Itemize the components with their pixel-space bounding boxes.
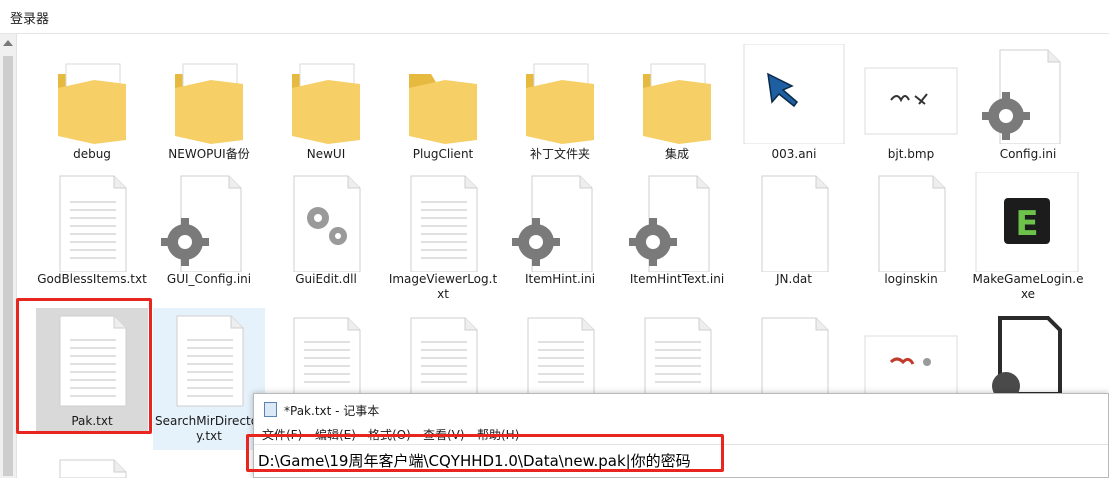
folder-icon bbox=[292, 63, 360, 144]
notepad-title-bar[interactable]: *Pak.txt - 记事本 bbox=[254, 394, 1108, 424]
dll-file-icon bbox=[293, 175, 361, 273]
file-label: loginskin bbox=[884, 272, 938, 286]
file-item-debug[interactable]: debug bbox=[36, 44, 148, 164]
image-file-icon bbox=[864, 67, 958, 135]
file-item-imageviewerlog-txt[interactable]: ImageViewerLog.txt bbox=[387, 172, 499, 302]
file-item-003-ani[interactable]: 003.ani bbox=[738, 43, 850, 164]
file-label: Config.ini bbox=[999, 147, 1057, 161]
file-item-hidden[interactable] bbox=[855, 330, 967, 395]
file-item-hidden[interactable] bbox=[621, 314, 733, 395]
file-label: bjt.bmp bbox=[887, 147, 935, 161]
file-item-itemhinttext-ini[interactable]: ItemHintText.ini bbox=[621, 172, 733, 302]
scrollbar-thumb[interactable] bbox=[3, 56, 13, 476]
settings-file-icon bbox=[512, 175, 593, 273]
settings-file-icon bbox=[629, 175, 710, 273]
file-label: ItemHint.ini bbox=[524, 272, 596, 286]
file-item-makegamelogin-exe[interactable]: E MakeGameLogin.exe bbox=[972, 171, 1084, 302]
notepad-title: *Pak.txt - 记事本 bbox=[284, 404, 380, 418]
file-label: debug bbox=[73, 147, 111, 161]
exe-file-icon: E bbox=[975, 171, 1079, 273]
file-item-newopui-backup[interactable]: NEWOPUI备份 bbox=[153, 44, 265, 164]
folder-icon bbox=[58, 63, 126, 144]
text-file-icon bbox=[293, 317, 361, 395]
file-item-integration[interactable]: 集成 bbox=[621, 44, 733, 164]
text-file-icon bbox=[410, 175, 478, 273]
file-label: ImageViewerLog.txt bbox=[388, 272, 498, 301]
file-item-partial[interactable] bbox=[36, 456, 148, 478]
window-title-bar: 登录器 bbox=[0, 0, 1109, 34]
text-file-icon bbox=[644, 317, 712, 395]
folder-icon bbox=[526, 63, 594, 144]
notepad-icon bbox=[264, 402, 277, 417]
file-label: GuiEdit.dll bbox=[295, 272, 357, 286]
file-label: 补丁文件夹 bbox=[529, 147, 590, 161]
blank-file-icon bbox=[761, 317, 829, 395]
file-label: GUI_Config.ini bbox=[166, 272, 252, 286]
folder-icon bbox=[643, 63, 711, 144]
file-label: NEWOPUI备份 bbox=[168, 147, 250, 161]
vertical-scrollbar[interactable] bbox=[0, 34, 17, 478]
file-item-hidden[interactable] bbox=[738, 314, 850, 395]
text-file-icon bbox=[410, 317, 478, 395]
cursor-file-icon bbox=[743, 43, 845, 145]
highlight-box-notepad-line bbox=[246, 434, 724, 472]
file-item-hidden[interactable] bbox=[504, 314, 616, 395]
file-label: 003.ani bbox=[771, 147, 817, 161]
text-file-icon bbox=[527, 317, 595, 395]
svg-text:E: E bbox=[1015, 204, 1038, 244]
file-label: GodBlessItems.txt bbox=[37, 272, 147, 286]
settings-file-icon bbox=[982, 49, 1061, 145]
file-label: ItemHintText.ini bbox=[629, 272, 725, 286]
file-item-searchmirdirectory-txt[interactable]: SearchMirDirectory.txt bbox=[153, 308, 265, 450]
blank-file-icon bbox=[878, 175, 946, 273]
file-label: MakeGameLogin.exe bbox=[972, 272, 1084, 301]
file-item-hidden[interactable] bbox=[387, 314, 499, 395]
file-item-hidden[interactable] bbox=[972, 314, 1084, 400]
file-label: PlugClient bbox=[412, 147, 474, 161]
file-item-gui-config-ini[interactable]: GUI_Config.ini bbox=[153, 172, 265, 302]
file-label: NewUI bbox=[306, 147, 346, 161]
text-file-icon bbox=[59, 175, 127, 273]
file-item-bjt-bmp[interactable]: bjt.bmp bbox=[855, 44, 967, 164]
scroll-up-arrow-icon[interactable] bbox=[3, 40, 13, 46]
text-file-icon bbox=[59, 459, 127, 478]
file-item-itemhint-ini[interactable]: ItemHint.ini bbox=[504, 172, 616, 302]
blank-file-icon bbox=[761, 175, 829, 273]
file-item-jn-dat[interactable]: JN.dat bbox=[738, 172, 850, 302]
folder-icon bbox=[175, 63, 243, 144]
file-item-guiedit-dll[interactable]: GuiEdit.dll bbox=[270, 172, 382, 302]
file-item-loginskin[interactable]: loginskin bbox=[855, 172, 967, 302]
highlight-box-pak-txt bbox=[16, 298, 152, 434]
window-title: 登录器 bbox=[10, 12, 50, 27]
file-item-plugclient[interactable]: PlugClient bbox=[387, 44, 499, 164]
text-file-icon bbox=[176, 315, 244, 407]
file-label: JN.dat bbox=[775, 272, 812, 286]
file-label: 集成 bbox=[664, 147, 689, 161]
settings-file-icon bbox=[161, 175, 242, 273]
file-item-godblessitems-txt[interactable]: GodBlessItems.txt bbox=[36, 172, 148, 302]
file-item-patch-folder[interactable]: 补丁文件夹 bbox=[504, 44, 616, 164]
file-item-newui[interactable]: NewUI bbox=[270, 44, 382, 164]
file-item-hidden[interactable] bbox=[270, 314, 382, 395]
settings-file-icon bbox=[992, 316, 1062, 400]
file-item-config-ini[interactable]: Config.ini bbox=[972, 44, 1084, 164]
folder-icon bbox=[409, 74, 477, 144]
image-file-icon bbox=[864, 335, 958, 395]
